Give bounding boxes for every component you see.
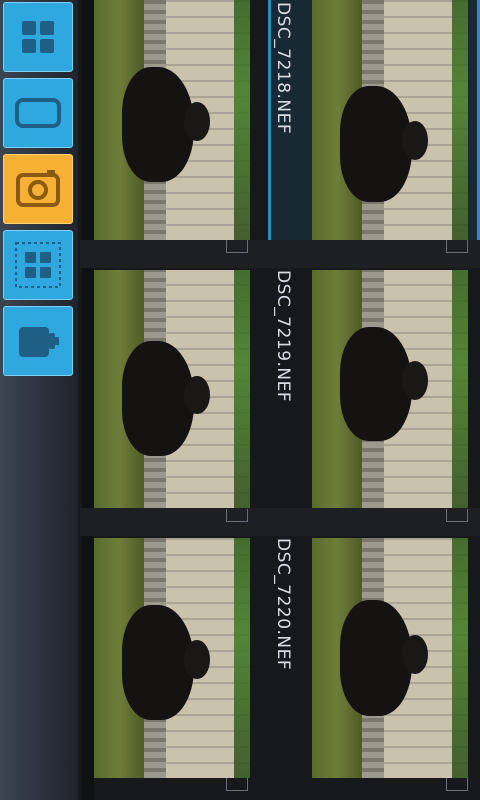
camera-icon: [16, 170, 60, 207]
select-all-button[interactable]: [3, 230, 73, 300]
select-grid-icon: [15, 242, 61, 288]
row-separator: [80, 240, 480, 268]
sidebar: [0, 0, 80, 800]
corner-mark: [446, 509, 468, 522]
device-view-button[interactable]: [3, 78, 73, 148]
thumbnail-preview[interactable]: [94, 538, 250, 778]
camera-view-button[interactable]: [3, 154, 73, 224]
film-strip-edge: [82, 0, 94, 800]
delete-button[interactable]: [3, 306, 73, 376]
thumbnail-raw[interactable]: [312, 270, 468, 508]
trash-icon: [19, 327, 59, 357]
grid-icon: [22, 21, 54, 53]
corner-mark: [446, 240, 468, 253]
phone-icon: [15, 98, 61, 128]
row-separator: [80, 508, 480, 536]
corner-mark: [226, 778, 248, 791]
thumbnail-preview[interactable]: [94, 270, 250, 508]
corner-mark: [226, 240, 248, 253]
thumbnail-raw[interactable]: [312, 0, 468, 240]
corner-mark: [446, 778, 468, 791]
file-name: DSC_7220.NEF: [273, 538, 293, 671]
thumbnail-raw[interactable]: [312, 538, 468, 778]
thumbnail-preview[interactable]: [94, 0, 250, 240]
corner-mark: [226, 509, 248, 522]
file-name: DSC_7219.NEF: [273, 270, 293, 403]
grid-view-button[interactable]: [3, 2, 73, 72]
file-name: DSC_7218.NEF: [273, 2, 293, 135]
